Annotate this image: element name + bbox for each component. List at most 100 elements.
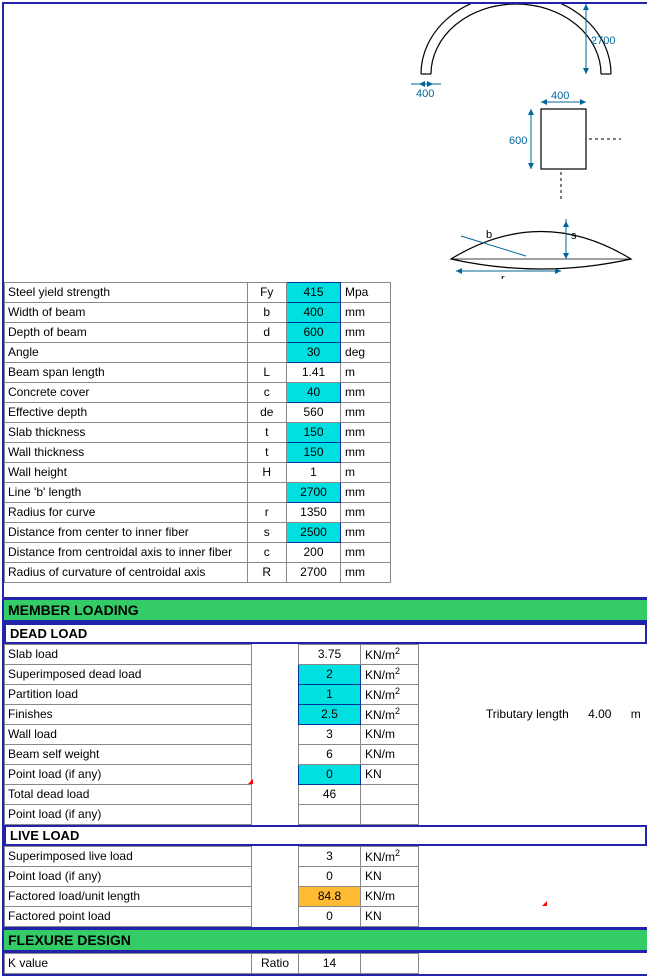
svg-text:r: r — [501, 273, 505, 279]
prop-sym: t — [247, 442, 286, 462]
dead-val[interactable]: 2 — [299, 664, 361, 684]
prop-sym: b — [247, 302, 286, 322]
dead-label: Superimposed dead load — [5, 664, 252, 684]
flexure-label: K value — [5, 953, 252, 973]
prop-sym: c — [247, 382, 286, 402]
prop-unit: m — [341, 362, 391, 382]
prop-sym: s — [247, 522, 286, 542]
live-unit: KN/m — [361, 886, 419, 906]
prop-unit: mm — [341, 302, 391, 322]
dead-unit: KN/m — [361, 744, 419, 764]
prop-unit: mm — [341, 482, 391, 502]
dead-val: 46 — [299, 784, 361, 804]
prop-label: Radius for curve — [5, 502, 248, 522]
prop-unit: mm — [341, 422, 391, 442]
live-val: 84.8 — [299, 886, 361, 906]
prop-val[interactable]: 600 — [287, 322, 341, 342]
dead-val — [299, 804, 361, 824]
live-label: Factored load/unit length — [5, 886, 252, 906]
svg-text:b: b — [486, 229, 492, 241]
dead-val[interactable]: 1 — [299, 684, 361, 704]
prop-val: 2700 — [287, 562, 341, 582]
svg-text:400: 400 — [551, 90, 569, 102]
prop-val[interactable]: 150 — [287, 422, 341, 442]
prop-unit: mm — [341, 382, 391, 402]
dead-label: Partition load — [5, 684, 252, 704]
dead-val[interactable]: 2.5 — [299, 704, 361, 724]
dead-val: 3.75 — [299, 644, 361, 664]
dead-label: Point load (if any) — [5, 804, 252, 824]
dead-label: Slab load — [5, 644, 252, 664]
dead-label: Total dead load — [5, 784, 252, 804]
prop-val[interactable]: 400 — [287, 302, 341, 322]
prop-val[interactable]: 2700 — [287, 482, 341, 502]
prop-label: Radius of curvature of centroidal axis — [5, 562, 248, 582]
prop-sym: Fy — [247, 282, 286, 302]
dead-val: 6 — [299, 744, 361, 764]
svg-text:2700: 2700 — [591, 35, 615, 47]
prop-unit: mm — [341, 522, 391, 542]
prop-label: Angle — [5, 342, 248, 362]
prop-unit: mm — [341, 542, 391, 562]
prop-val[interactable]: 415 — [287, 282, 341, 302]
dead-load-header: DEAD LOAD — [4, 623, 647, 644]
prop-label: Steel yield strength — [5, 282, 248, 302]
prop-sym: d — [247, 322, 286, 342]
prop-unit: mm — [341, 442, 391, 462]
prop-unit: mm — [341, 502, 391, 522]
prop-val[interactable]: 30 — [287, 342, 341, 362]
live-unit: KN — [361, 906, 419, 926]
dead-val[interactable]: 0 — [299, 764, 361, 784]
svg-text:600: 600 — [509, 135, 527, 147]
prop-val: 1.41 — [287, 362, 341, 382]
tributary-val: 4.00 — [572, 704, 628, 724]
prop-label: Distance from centroidal axis to inner f… — [5, 542, 248, 562]
prop-sym: de — [247, 402, 286, 422]
diagram-svg: 2700 400 400 600 s b — [391, 4, 646, 279]
flexure-val: 14 — [299, 953, 361, 973]
live-unit: KN — [361, 866, 419, 886]
prop-val[interactable]: 2500 — [287, 522, 341, 542]
prop-label: Concrete cover — [5, 382, 248, 402]
prop-sym — [247, 342, 286, 362]
dead-unit: KN/m2 — [361, 644, 419, 664]
dead-label: Point load (if any) — [5, 764, 252, 784]
flexure-sym: Ratio — [252, 953, 299, 973]
prop-val[interactable]: 150 — [287, 442, 341, 462]
tributary-label: Tributary length — [465, 704, 572, 724]
prop-sym: R — [247, 562, 286, 582]
live-unit: KN/m2 — [361, 846, 419, 866]
dead-unit: KN/m2 — [361, 664, 419, 684]
live-label: Factored point load — [5, 906, 252, 926]
properties-table: 2700 400 400 600 s b — [4, 4, 647, 597]
live-label: Point load (if any) — [5, 866, 252, 886]
prop-val: 1 — [287, 462, 341, 482]
prop-label: Line 'b' length — [5, 482, 248, 502]
dead-unit: KN — [361, 764, 419, 784]
prop-label: Depth of beam — [5, 322, 248, 342]
dead-label: Beam self weight — [5, 744, 252, 764]
dead-unit — [361, 804, 419, 824]
prop-label: Wall thickness — [5, 442, 248, 462]
tributary-unit: m — [628, 704, 647, 724]
prop-val[interactable]: 40 — [287, 382, 341, 402]
prop-unit: mm — [341, 402, 391, 422]
prop-label: Beam span length — [5, 362, 248, 382]
prop-sym: L — [247, 362, 286, 382]
prop-val: 1350 — [287, 502, 341, 522]
live-val: 3 — [299, 846, 361, 866]
live-val: 0 — [299, 906, 361, 926]
prop-unit: Mpa — [341, 282, 391, 302]
live-val: 0 — [299, 866, 361, 886]
live-load-header: LIVE LOAD — [4, 825, 647, 846]
prop-sym: t — [247, 422, 286, 442]
dead-unit — [361, 784, 419, 804]
prop-val: 200 — [287, 542, 341, 562]
prop-sym: H — [247, 462, 286, 482]
prop-label: Effective depth — [5, 402, 248, 422]
dead-unit: KN/m — [361, 724, 419, 744]
flexure-table: K value Ratio 14 — [4, 953, 647, 974]
dead-unit: KN/m2 — [361, 684, 419, 704]
prop-unit: mm — [341, 322, 391, 342]
prop-sym: r — [247, 502, 286, 522]
